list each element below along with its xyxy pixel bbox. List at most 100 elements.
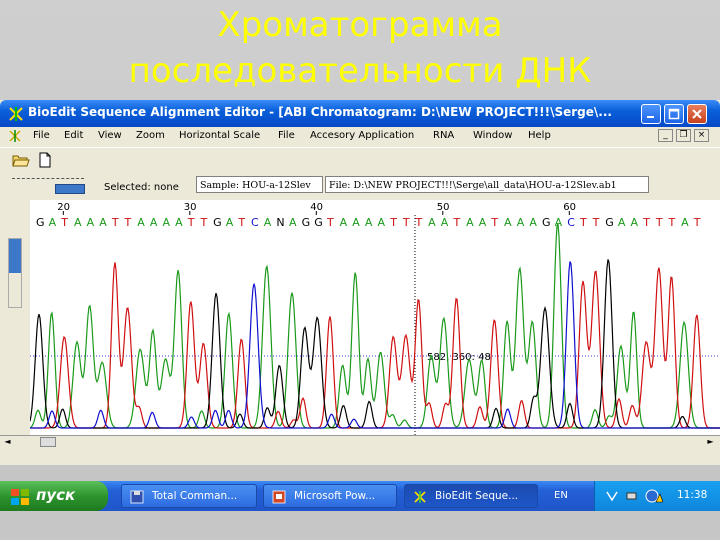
minimize-button[interactable] [641,104,661,124]
base-call[interactable]: T [124,216,132,229]
base-call[interactable]: T [60,216,68,229]
base-call[interactable]: A [289,216,297,229]
menu-window[interactable]: Window [473,130,512,141]
base-call[interactable]: T [490,216,498,229]
base-call[interactable]: T [592,216,600,229]
clock[interactable]: 11:38 [677,489,707,501]
base-call[interactable]: A [529,216,537,229]
chromatogram-toolbar: Selected: none Sample: HOU-a-12Slev File… [0,172,720,200]
taskbar-powerpoint[interactable]: Microsoft Pow... [263,484,397,508]
maximize-button[interactable] [664,104,684,124]
base-call[interactable]: A [517,216,525,229]
trace-scale-panel [0,200,30,435]
base-call[interactable]: T [237,216,245,229]
base-call[interactable]: A [365,216,373,229]
base-call[interactable]: A [504,216,512,229]
keyboard-input-icon[interactable] [605,489,619,503]
base-call[interactable]: A [340,216,348,229]
menu-accessory-application[interactable]: Accesory Application [310,130,414,141]
base-call[interactable]: A [74,216,82,229]
base-call[interactable]: G [605,216,614,229]
menu-file-2[interactable]: File [278,130,295,141]
mdi-restore-button[interactable]: ❐ [676,129,691,142]
system-tray: 11:38 [594,481,720,511]
chromatogram-panel[interactable]: 20 30 40 50 60 G A T A A A T T A A A A T T G A T C A N A G G T A A A A T T… [0,200,720,435]
new-document-icon[interactable] [36,152,54,168]
start-button[interactable]: пуск [0,481,108,511]
base-call[interactable]: T [402,216,410,229]
menu-horizontal-scale[interactable]: Horizontal Scale [179,130,260,141]
base-call[interactable]: T [415,216,423,229]
window-titlebar[interactable]: BioEdit Sequence Alignment Editor - [ABI… [0,100,720,127]
base-call[interactable]: A [226,216,234,229]
vertical-scale-slider[interactable] [8,238,22,308]
base-call[interactable]: T [693,216,701,229]
menu-view[interactable]: View [98,130,122,141]
base-call[interactable]: A [428,216,436,229]
base-call[interactable]: T [326,216,334,229]
base-call[interactable]: A [618,216,626,229]
base-call[interactable]: A [466,216,474,229]
menu-rna[interactable]: RNA [433,130,454,141]
base-call[interactable]: A [631,216,639,229]
windows-logo-icon [11,489,29,505]
network-icon[interactable] [625,489,639,503]
window-title: BioEdit Sequence Alignment Editor - [ABI… [28,105,612,119]
base-call[interactable]: A [99,216,107,229]
base-call[interactable]: C [567,216,575,229]
base-call[interactable]: T [199,216,207,229]
base-call[interactable]: C [251,216,259,229]
base-call[interactable]: T [655,216,663,229]
menu-edit[interactable]: Edit [64,130,83,141]
scroll-left-arrow-icon[interactable]: ◄ [2,437,13,447]
open-folder-icon[interactable] [12,152,30,168]
base-call[interactable]: G [302,216,311,229]
menu-file[interactable]: File [33,130,50,141]
taskbar-total-commander[interactable]: Total Comman... [121,484,257,508]
menu-help[interactable]: Help [528,130,551,141]
base-call[interactable]: T [668,216,676,229]
scroll-right-arrow-icon[interactable]: ► [705,437,716,447]
taskbar-label: Microsoft Pow... [294,490,376,502]
base-call[interactable]: G [36,216,45,229]
base-call[interactable]: A [175,216,183,229]
language-indicator[interactable]: EN [554,490,568,501]
base-call[interactable]: A [441,216,449,229]
scale-slider-track[interactable] [12,178,84,183]
menu-zoom[interactable]: Zoom [136,130,165,141]
minimize-icon [647,116,654,118]
horizontal-scroll-thumb[interactable] [40,437,56,447]
mdi-close-button[interactable]: × [694,129,709,142]
base-call[interactable]: T [111,216,119,229]
trace-A [30,223,720,429]
base-call[interactable]: A [479,216,487,229]
status-strip [0,447,720,465]
scale-slider-thumb[interactable] [55,184,85,194]
base-call[interactable]: A [163,216,171,229]
close-button[interactable] [687,104,707,124]
base-call[interactable]: A [378,216,386,229]
base-call[interactable]: G [314,216,323,229]
vertical-scale-thumb[interactable] [9,239,21,273]
base-call[interactable]: N [276,216,284,229]
base-call[interactable]: G [213,216,222,229]
selection-status: Selected: none [104,182,179,193]
security-alert-icon[interactable] [645,488,663,504]
base-call[interactable]: A [49,216,57,229]
taskbar-bioedit[interactable]: BioEdit Seque... [404,484,538,508]
base-call[interactable]: T [642,216,650,229]
base-call[interactable]: A [150,216,158,229]
base-call[interactable]: T [389,216,397,229]
base-call[interactable]: A [137,216,145,229]
base-call[interactable]: G [542,216,551,229]
mdi-minimize-button[interactable]: _ [658,129,673,142]
document-icon[interactable] [8,129,22,143]
base-call[interactable]: A [352,216,360,229]
base-call[interactable]: T [187,216,195,229]
base-call[interactable]: A [681,216,689,229]
base-call[interactable]: T [452,216,460,229]
powerpoint-icon [272,490,286,504]
base-call[interactable]: A [87,216,95,229]
base-call[interactable]: A [264,216,272,229]
base-call[interactable]: T [579,216,587,229]
